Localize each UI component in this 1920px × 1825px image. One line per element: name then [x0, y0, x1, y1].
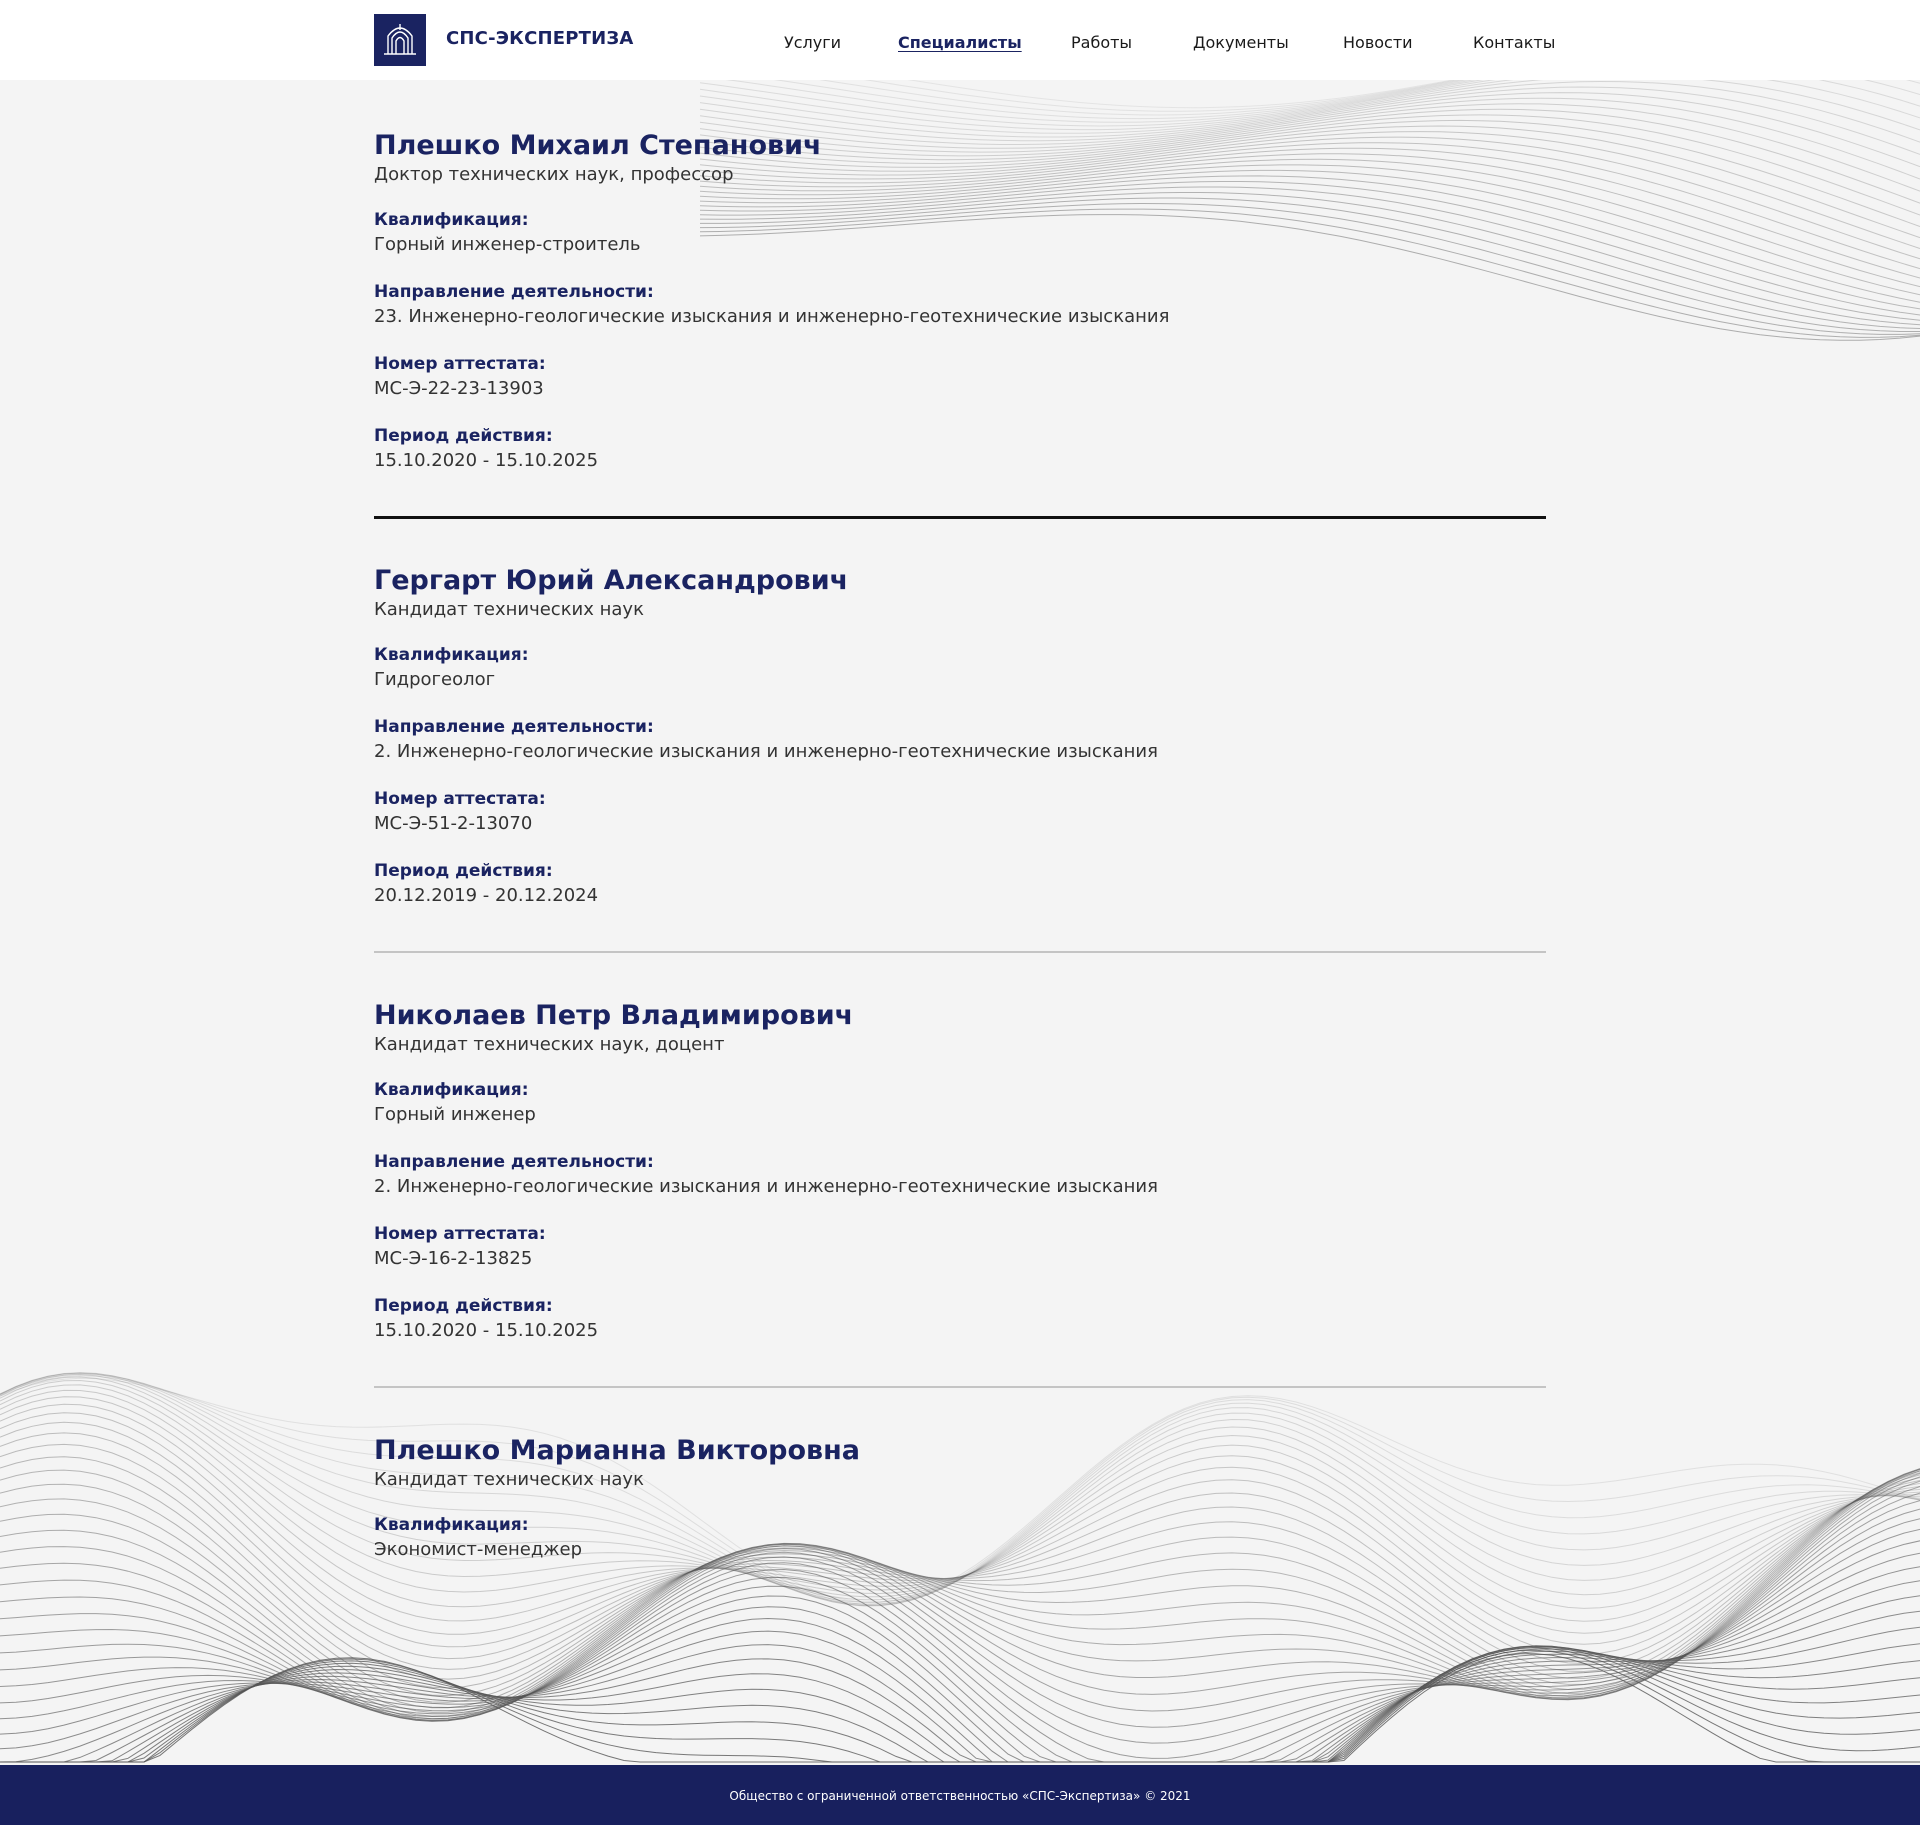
qualification-label: Квалификация:: [374, 210, 529, 230]
period-label: Период действия:: [374, 861, 553, 881]
site-footer: Общество с ограниченной ответственностью…: [0, 1765, 1920, 1825]
qualification-label: Квалификация:: [374, 1515, 529, 1535]
qualification-value: Горный инженер: [374, 1104, 536, 1125]
direction-value: 2. Инженерно-геологические изыскания и и…: [374, 1176, 1158, 1197]
specialist-name: Николаев Петр Владимирович: [374, 1000, 854, 1031]
specialist-degree: Кандидат технических наук: [374, 1469, 644, 1490]
period-label: Период действия:: [374, 426, 553, 446]
direction-label: Направление деятельности:: [374, 717, 654, 737]
specialist-degree: Кандидат технических наук, доцент: [374, 1034, 725, 1055]
direction-value: 2. Инженерно-геологические изыскания и и…: [374, 741, 1158, 762]
nav-item-specialists[interactable]: Специалисты: [898, 33, 1022, 52]
logo-icon[interactable]: [374, 14, 426, 66]
specialist-degree: Кандидат технических наук: [374, 599, 644, 620]
period-value: 15.10.2020 - 15.10.2025: [374, 1320, 599, 1341]
nav-item-works[interactable]: Работы: [1071, 33, 1132, 52]
certificate-label: Номер аттестата:: [374, 1224, 546, 1244]
nav-item-documents[interactable]: Документы: [1193, 33, 1289, 52]
period-value: 20.12.2019 - 20.12.2024: [374, 885, 599, 906]
certificate-value: МС-Э-16-2-13825: [374, 1248, 533, 1269]
qualification-label: Квалификация:: [374, 645, 529, 665]
qualification-label: Квалификация:: [374, 1080, 529, 1100]
site-header: СПС-ЭКСПЕРТИЗА Услуги Специалисты Работы…: [0, 0, 1920, 80]
nav-item-services[interactable]: Услуги: [784, 33, 841, 52]
certificate-value: МС-Э-51-2-13070: [374, 813, 533, 834]
direction-label: Направление деятельности:: [374, 282, 654, 302]
certificate-value: МС-Э-22-23-13903: [374, 378, 544, 399]
section-divider: [374, 1386, 1546, 1388]
footer-copyright: Общество с ограниченной ответственностью…: [729, 1789, 1191, 1803]
qualification-value: Гидрогеолог: [374, 669, 496, 690]
specialist-name: Гергарт Юрий Александрович: [374, 565, 849, 596]
specialist-degree: Доктор технических наук, профессор: [374, 164, 734, 185]
period-label: Период действия:: [374, 1296, 553, 1316]
specialist-name: Плешко Михаил Степанович: [374, 130, 822, 161]
certificate-label: Номер аттестата:: [374, 789, 546, 809]
nav-item-contacts[interactable]: Контакты: [1473, 33, 1555, 52]
section-divider: [374, 951, 1546, 953]
certificate-label: Номер аттестата:: [374, 354, 546, 374]
section-divider: [374, 516, 1546, 519]
qualification-value: Экономист-менеджер: [374, 1539, 583, 1560]
wave-background: [0, 30, 1920, 1763]
period-value: 15.10.2020 - 15.10.2025: [374, 450, 599, 471]
brand-name[interactable]: СПС-ЭКСПЕРТИЗА: [446, 28, 634, 49]
nav-item-news[interactable]: Новости: [1343, 33, 1413, 52]
direction-value: 23. Инженерно-геологические изыскания и …: [374, 306, 1170, 327]
qualification-value: Горный инженер-строитель: [374, 234, 641, 255]
specialist-name: Плешко Марианна Викторовна: [374, 1435, 860, 1466]
direction-label: Направление деятельности:: [374, 1152, 654, 1172]
